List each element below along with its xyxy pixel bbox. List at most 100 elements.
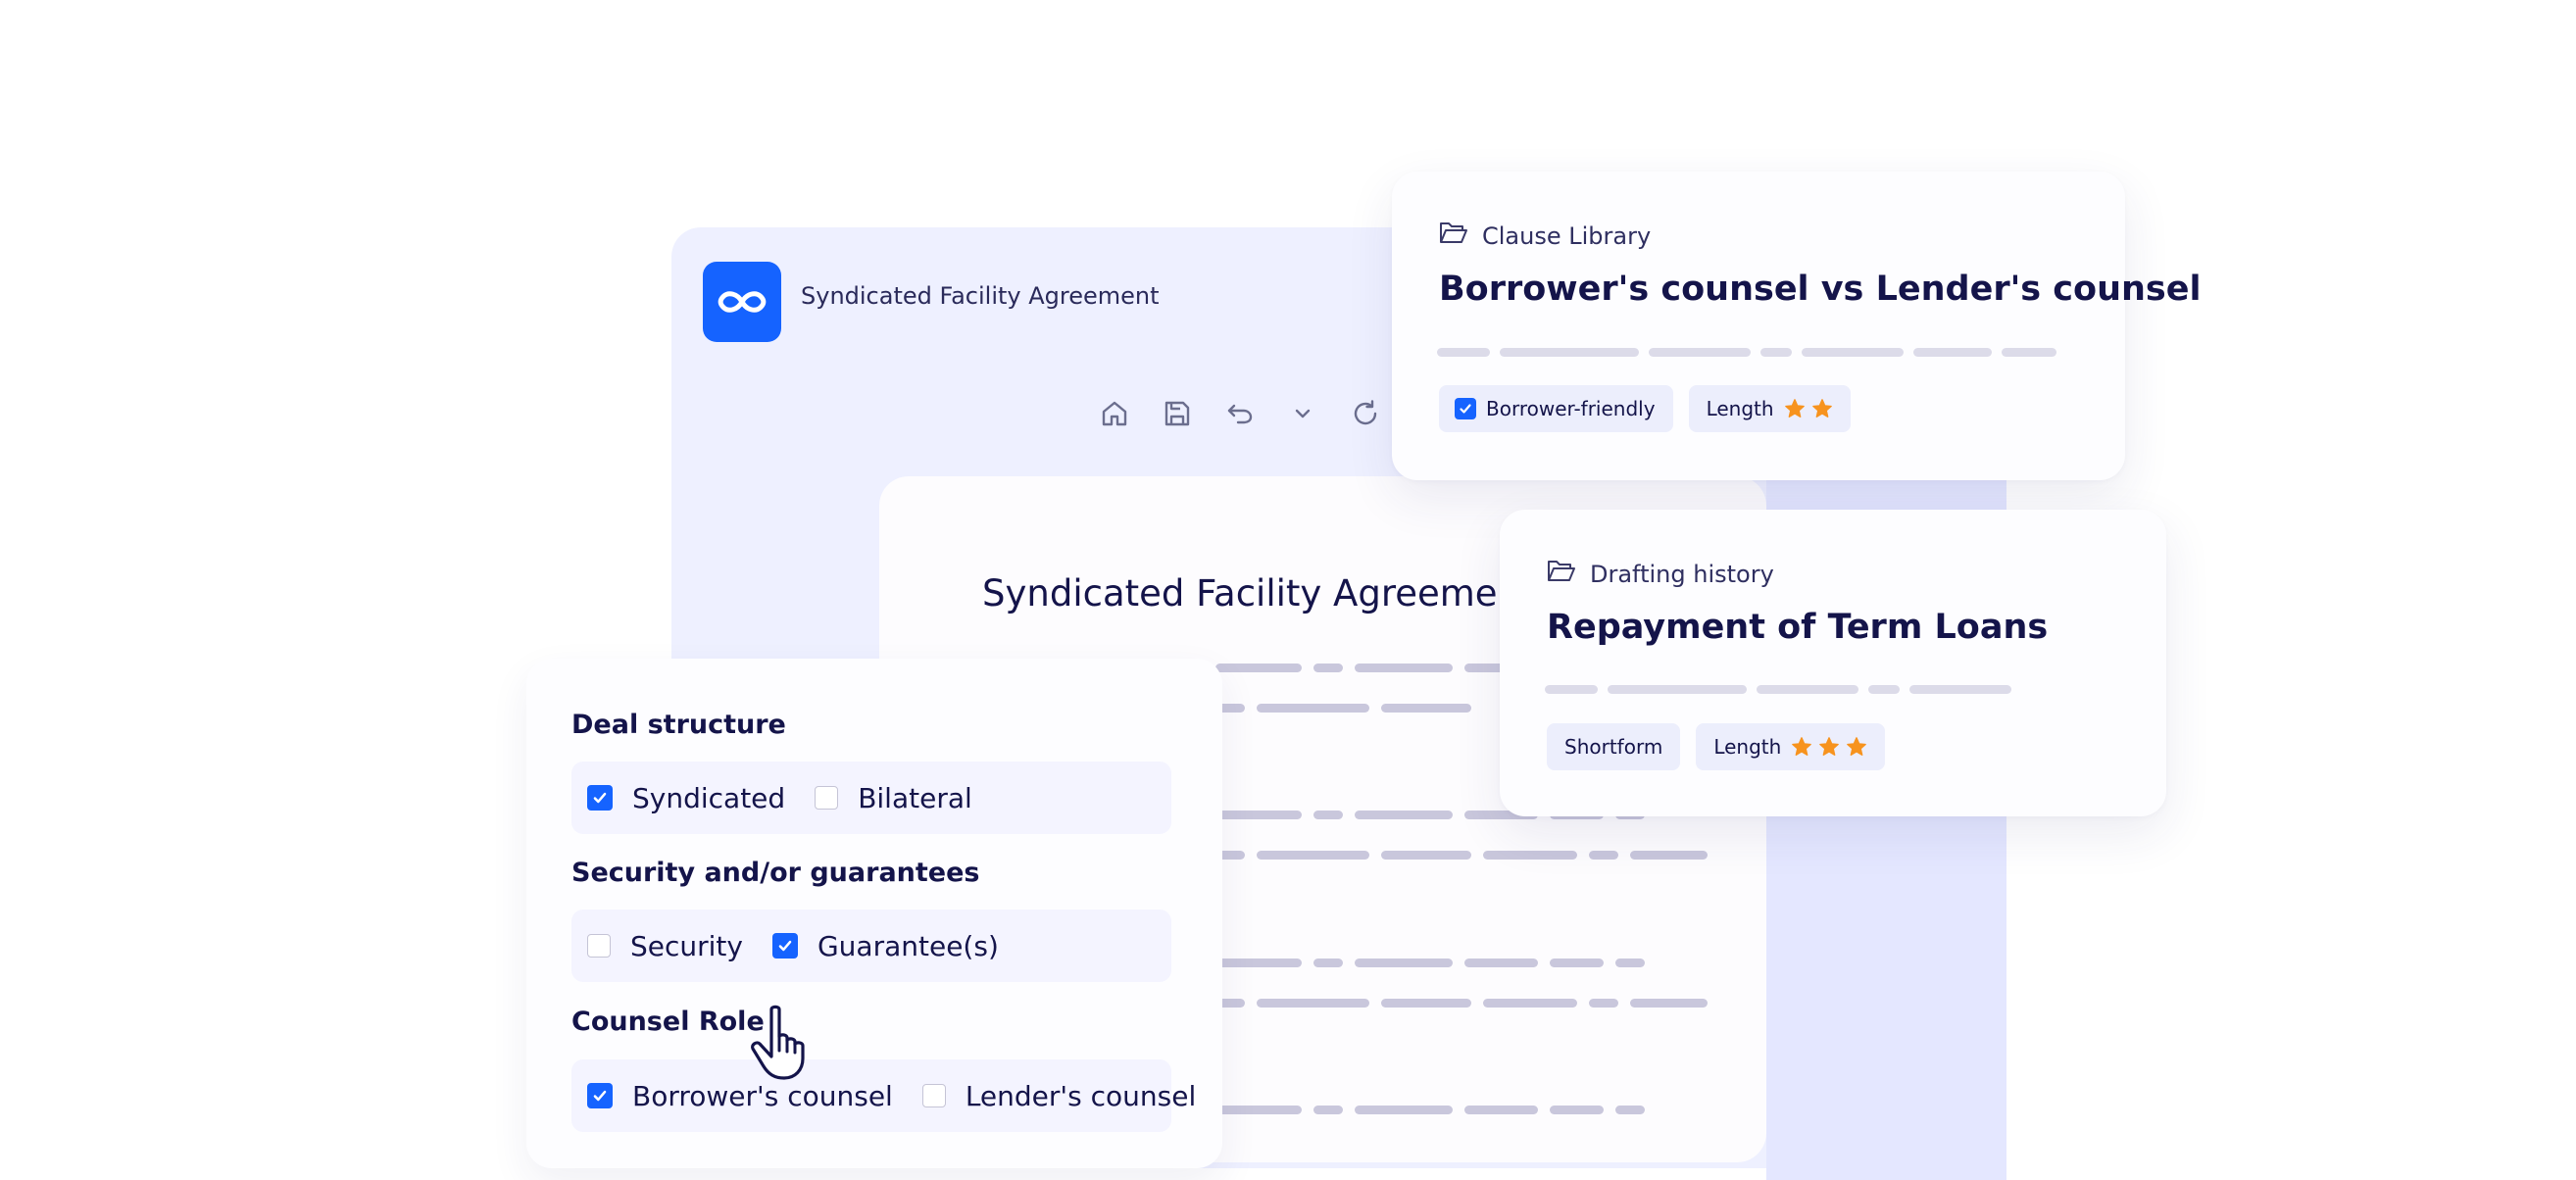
drafting-history-card[interactable]: Drafting history Repayment of Term Loans… xyxy=(1500,510,2166,816)
star-icon xyxy=(1784,399,1805,418)
option-label: Syndicated xyxy=(632,781,786,814)
checkbox-unchecked[interactable] xyxy=(921,1084,946,1107)
tag-label: Borrower-friendly xyxy=(1486,397,1656,420)
text-line xyxy=(1355,1106,1453,1114)
section-label-counsel-role: Counsel Role xyxy=(571,1007,765,1037)
tag-shortform[interactable]: Shortform xyxy=(1547,723,1681,770)
skeleton-line xyxy=(1608,685,1747,694)
skeleton-line xyxy=(1437,348,1490,357)
card-heading: Repayment of Term Loans xyxy=(1547,608,2049,647)
option-borrowers-counsel[interactable]: Borrower's counsel xyxy=(587,1080,893,1112)
text-line xyxy=(1464,1106,1538,1114)
option-guarantees[interactable]: Guarantee(s) xyxy=(771,930,999,962)
section-label-deal-structure: Deal structure xyxy=(571,710,786,740)
skeleton-line xyxy=(1802,348,1904,357)
option-security[interactable]: Security xyxy=(587,930,743,962)
star-icon xyxy=(1811,399,1832,418)
option-label: Borrower's counsel xyxy=(632,1079,893,1112)
text-line xyxy=(1464,959,1538,967)
text-line xyxy=(1313,811,1343,819)
text-line xyxy=(1381,999,1471,1008)
skeleton-line xyxy=(2002,348,2056,357)
text-line xyxy=(1215,664,1302,672)
skeleton-line xyxy=(1649,348,1751,357)
skeleton-line xyxy=(1545,685,1598,694)
checkbox-unchecked[interactable] xyxy=(587,934,611,958)
section-label-security-guarantees: Security and/or guarantees xyxy=(571,858,980,888)
skeleton-lines xyxy=(1545,685,2011,694)
app-title: Syndicated Facility Agreement xyxy=(801,282,1160,310)
tag-length[interactable]: Length xyxy=(1696,723,1886,770)
text-line xyxy=(1630,851,1708,860)
tag-label: Length xyxy=(1706,397,1774,420)
option-label: Lender's counsel xyxy=(965,1079,1197,1112)
option-group-security-guarantees: Security Guarantee(s) xyxy=(571,910,1171,982)
eyebrow-label: Drafting history xyxy=(1590,561,1774,588)
toolbar xyxy=(1083,384,1397,443)
card-heading: Borrower's counsel vs Lender's counsel xyxy=(1439,270,2202,309)
skeleton-line xyxy=(1868,685,1900,694)
option-label: Security xyxy=(630,929,743,962)
home-icon[interactable] xyxy=(1083,384,1146,443)
text-line xyxy=(1313,959,1343,967)
tag-row: Borrower-friendly Length xyxy=(1439,385,1851,432)
tag-label: Length xyxy=(1713,735,1782,759)
option-group-deal-structure: Syndicated Bilateral xyxy=(571,762,1171,834)
clause-library-card[interactable]: Clause Library Borrower's counsel vs Len… xyxy=(1392,172,2202,480)
folder-open-icon xyxy=(1547,559,1576,590)
star-icon xyxy=(1819,737,1840,756)
checkbox-unchecked[interactable] xyxy=(815,786,839,810)
text-line xyxy=(1589,851,1618,860)
text-line xyxy=(1215,959,1302,967)
text-line xyxy=(1630,999,1708,1008)
option-bilateral[interactable]: Bilateral xyxy=(815,782,972,814)
text-line xyxy=(1550,959,1604,967)
rating-stars xyxy=(1784,398,1833,419)
tag-row: Shortform Length xyxy=(1547,723,1886,770)
text-line xyxy=(1257,999,1369,1008)
option-syndicated[interactable]: Syndicated xyxy=(587,782,785,814)
chevron-down-icon[interactable] xyxy=(1271,384,1334,443)
checkbox-checked[interactable] xyxy=(771,933,798,959)
tag-length[interactable]: Length xyxy=(1688,385,1851,432)
text-line xyxy=(1313,1106,1343,1114)
star-icon xyxy=(1847,737,1867,756)
deal-options-panel: Deal structure Syndicated Bilateral Secu… xyxy=(526,659,1222,1168)
tag-label: Shortform xyxy=(1564,735,1663,759)
document-title: Syndicated Facility Agreement xyxy=(982,572,1535,615)
text-line xyxy=(1589,999,1618,1008)
refresh-icon[interactable] xyxy=(1334,384,1397,443)
infinity-icon[interactable] xyxy=(703,262,781,342)
text-line xyxy=(1615,1106,1645,1114)
tag-borrower-friendly[interactable]: Borrower-friendly xyxy=(1439,385,1673,432)
card-eyebrow: Drafting history xyxy=(1547,559,1774,590)
checkbox-checked[interactable] xyxy=(587,785,613,811)
checkbox-checked[interactable] xyxy=(587,1083,613,1108)
card-eyebrow: Clause Library xyxy=(1439,221,1651,252)
text-line xyxy=(1381,851,1471,860)
skeleton-line xyxy=(1757,685,1858,694)
rating-stars xyxy=(1791,736,1867,758)
hand-pointer-icon xyxy=(747,1004,812,1082)
text-line xyxy=(1355,664,1453,672)
text-line xyxy=(1615,959,1645,967)
text-line xyxy=(1355,959,1453,967)
undo-icon[interactable] xyxy=(1209,384,1271,443)
option-label: Bilateral xyxy=(858,781,972,814)
text-line xyxy=(1257,704,1369,713)
skeleton-line xyxy=(1909,685,2011,694)
text-line xyxy=(1257,851,1369,860)
skeleton-line xyxy=(1913,348,1992,357)
skeleton-lines xyxy=(1437,348,2056,357)
text-line xyxy=(1381,704,1471,713)
skeleton-line xyxy=(1500,348,1639,357)
skeleton-line xyxy=(1760,348,1792,357)
text-line xyxy=(1483,851,1577,860)
option-lenders-counsel[interactable]: Lender's counsel xyxy=(921,1079,1197,1112)
text-line xyxy=(1550,1106,1604,1114)
eyebrow-label: Clause Library xyxy=(1482,222,1652,250)
checkbox-checked[interactable] xyxy=(1455,398,1476,419)
save-icon[interactable] xyxy=(1146,384,1209,443)
text-line xyxy=(1215,1106,1302,1114)
text-line xyxy=(1355,811,1453,819)
